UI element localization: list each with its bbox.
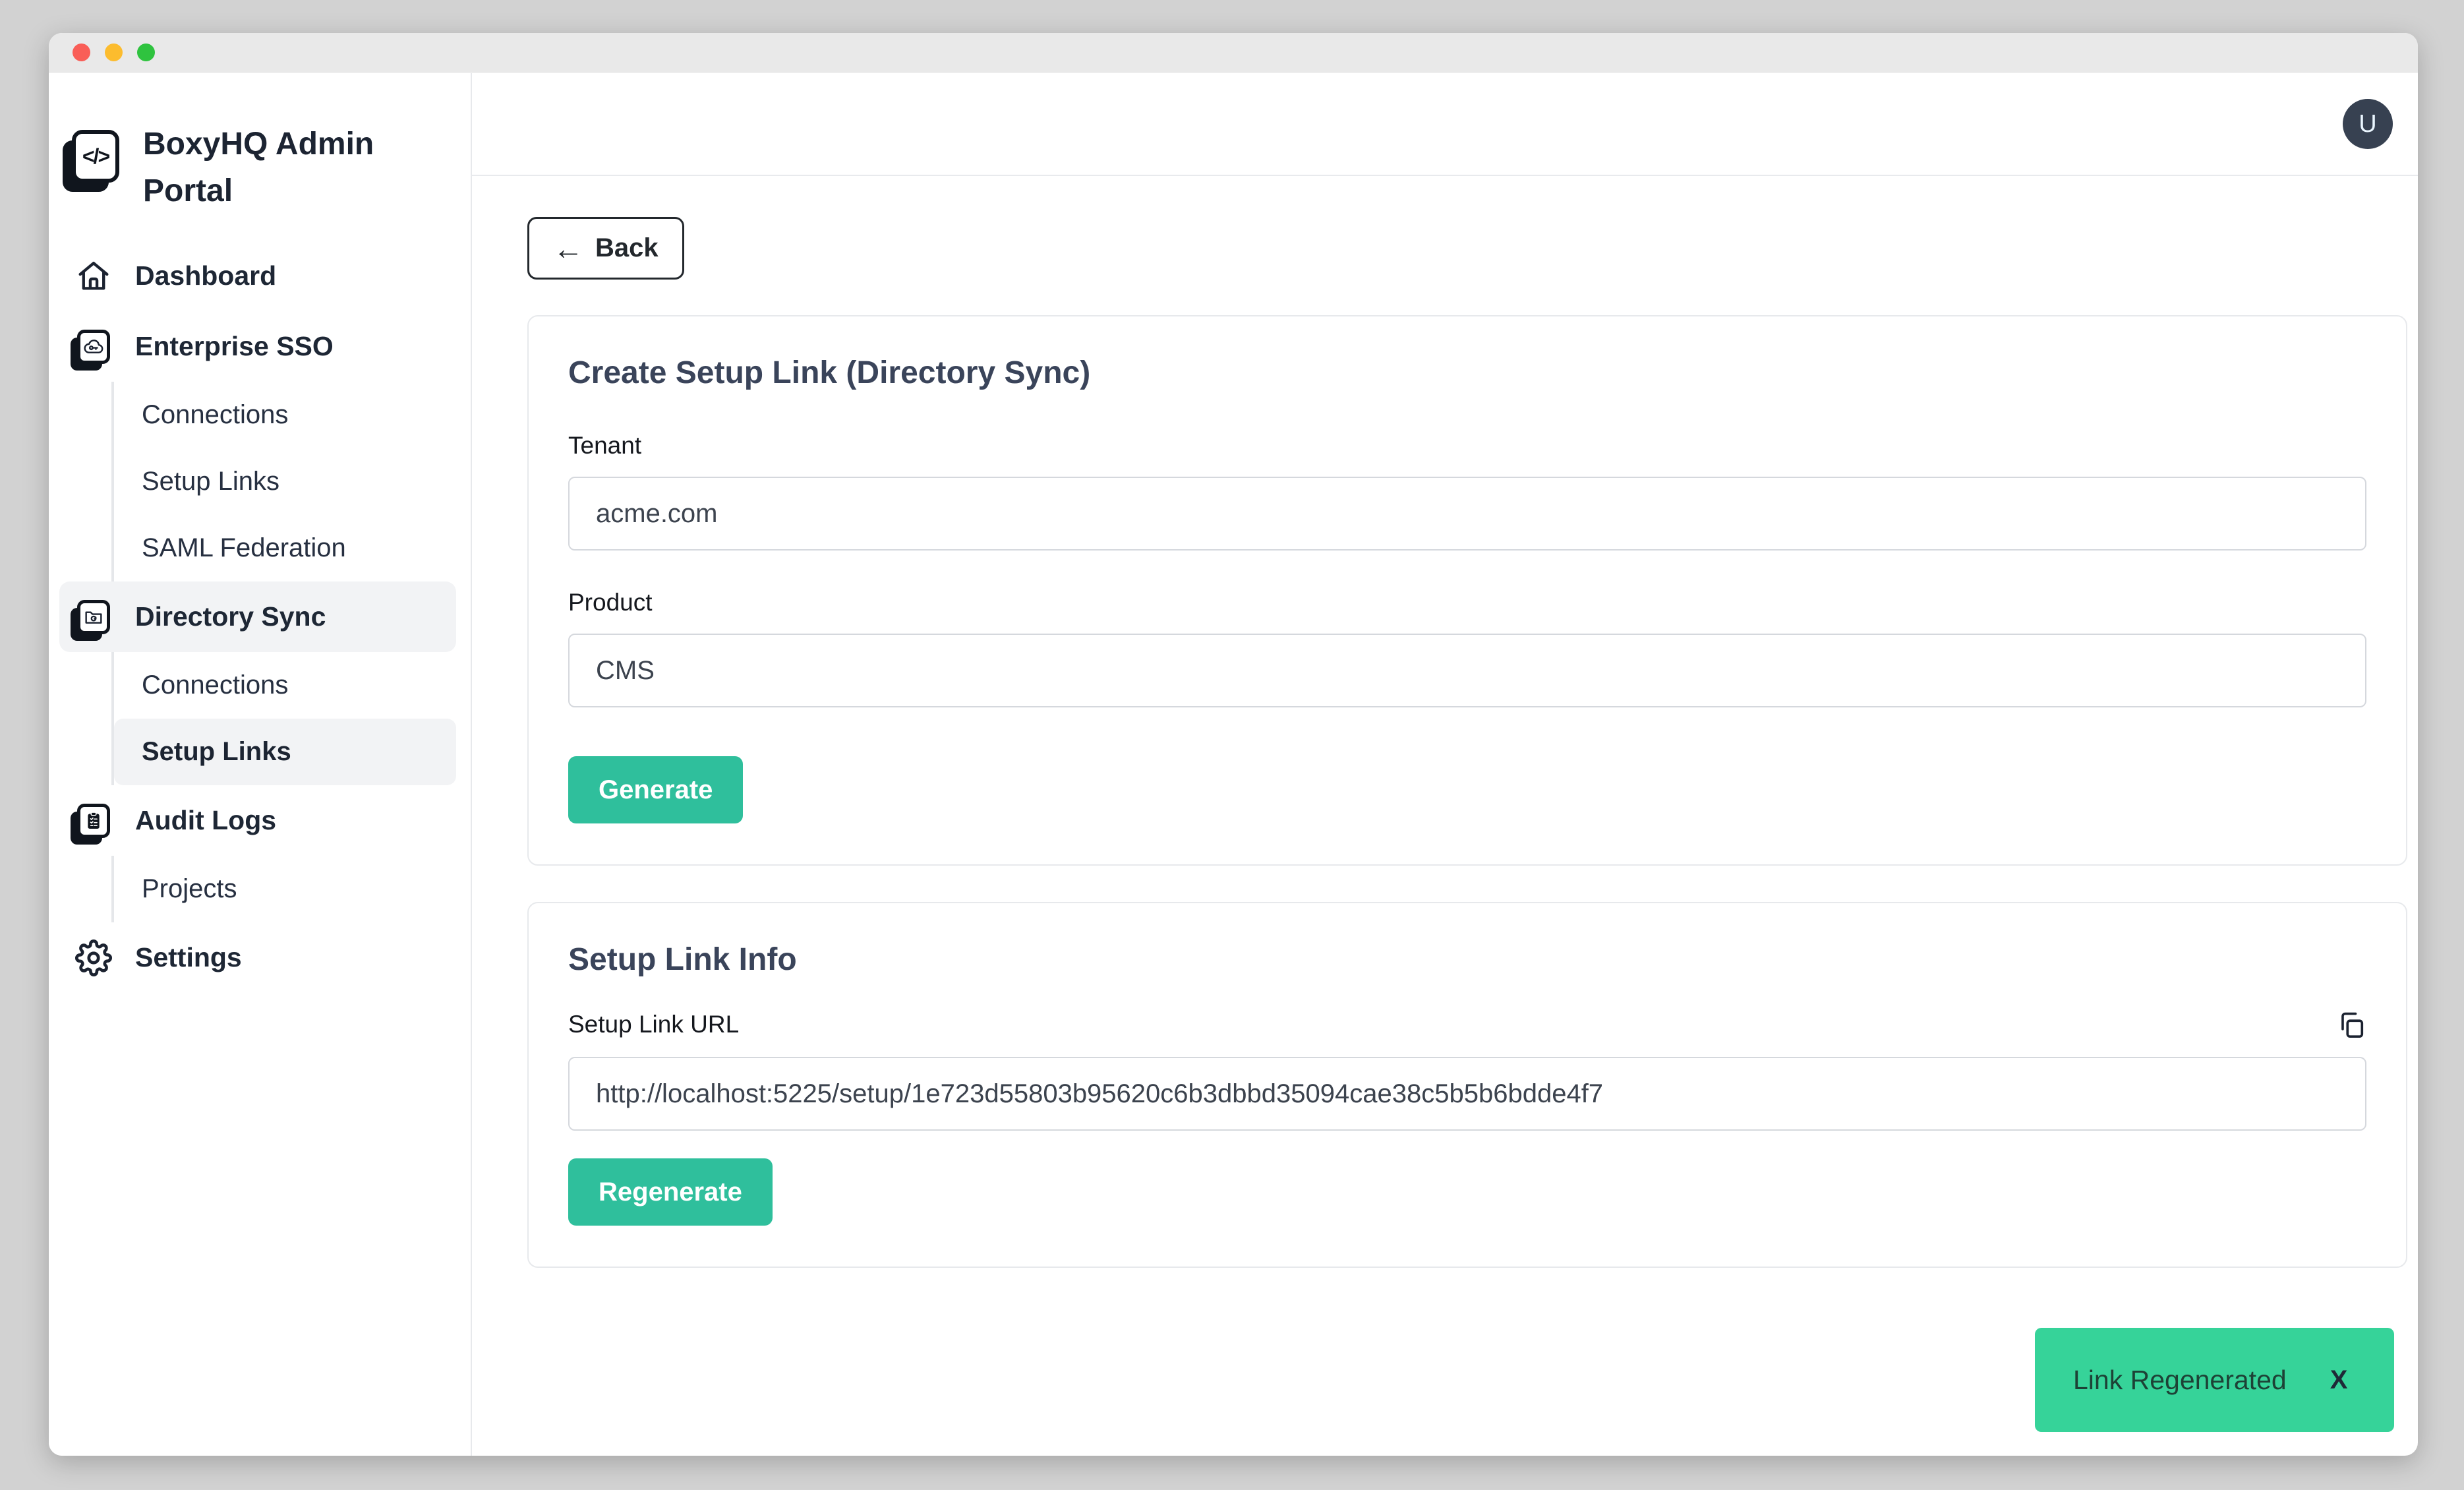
- sidebar-item-projects[interactable]: Projects: [114, 856, 456, 922]
- top-header: U: [472, 73, 2418, 176]
- left-arrow-icon: ←: [553, 233, 583, 264]
- sidebar-item-saml-federation[interactable]: SAML Federation: [114, 515, 456, 581]
- brand-name: BoxyHQ Admin Portal: [143, 121, 407, 214]
- sidebar-item-sso-connections[interactable]: Connections: [114, 382, 456, 448]
- create-card-title: Create Setup Link (Directory Sync): [568, 355, 2366, 391]
- sidebar-item-dsync-connections[interactable]: Connections: [114, 652, 456, 719]
- sidebar: </> BoxyHQ Admin Portal Dashboard: [49, 73, 472, 1456]
- user-avatar[interactable]: U: [2343, 99, 2393, 149]
- directory-sync-subgroup: Connections Setup Links: [111, 652, 456, 785]
- window-titlebar: [49, 33, 2418, 73]
- info-card-title: Setup Link Info: [568, 941, 2366, 978]
- toast-close-button[interactable]: X: [2330, 1365, 2348, 1395]
- sidebar-item-sso-setup-links[interactable]: Setup Links: [114, 448, 456, 515]
- sidebar-item-dsync-setup-links[interactable]: Setup Links: [114, 719, 456, 785]
- sidebar-item-dashboard[interactable]: Dashboard: [59, 241, 456, 311]
- minimize-window-button[interactable]: [105, 44, 123, 61]
- tenant-input[interactable]: [568, 477, 2366, 551]
- tenant-field-group: Tenant: [568, 432, 2366, 551]
- main-content: ← Back Create Setup Link (Directory Sync…: [472, 176, 2418, 1456]
- setup-link-url-input[interactable]: [568, 1057, 2366, 1131]
- sidebar-item-directory-sync[interactable]: Directory Sync: [59, 581, 456, 652]
- home-icon: [72, 257, 115, 295]
- toast-message: Link Regenerated: [2073, 1365, 2287, 1396]
- regenerate-button[interactable]: Regenerate: [568, 1158, 773, 1226]
- audit-logs-subgroup: Projects: [111, 856, 456, 922]
- close-window-button[interactable]: [73, 44, 90, 61]
- boxyhq-logo-icon: </>: [72, 130, 119, 183]
- toast-notification: Link Regenerated X: [2035, 1328, 2394, 1432]
- clipboard-icon: [72, 804, 115, 838]
- zoom-window-button[interactable]: [137, 44, 155, 61]
- create-setup-link-card: Create Setup Link (Directory Sync) Tenan…: [527, 315, 2407, 866]
- generate-button[interactable]: Generate: [568, 756, 743, 823]
- tenant-label: Tenant: [568, 432, 2366, 460]
- app-window: </> BoxyHQ Admin Portal Dashboard: [49, 33, 2418, 1456]
- sidebar-item-settings[interactable]: Settings: [59, 922, 456, 993]
- product-field-group: Product: [568, 589, 2366, 707]
- setup-link-info-card: Setup Link Info Setup Link URL: [527, 902, 2407, 1268]
- gear-icon: [72, 939, 115, 976]
- sso-subgroup: Connections Setup Links SAML Federation: [111, 382, 456, 581]
- sidebar-nav: Dashboard Enterprise SSO: [59, 241, 456, 993]
- back-button[interactable]: ← Back: [527, 217, 684, 280]
- cloud-sso-icon: [72, 330, 115, 364]
- setup-link-url-label: Setup Link URL: [568, 1011, 739, 1038]
- copy-url-button[interactable]: [2336, 1009, 2366, 1040]
- brand[interactable]: </> BoxyHQ Admin Portal: [59, 121, 456, 214]
- folder-sync-icon: [72, 600, 115, 634]
- copy-icon: [2336, 1032, 2366, 1042]
- sidebar-item-enterprise-sso[interactable]: Enterprise SSO: [59, 311, 456, 382]
- product-label: Product: [568, 589, 2366, 616]
- setup-link-url-row: Setup Link URL: [568, 1009, 2366, 1040]
- sidebar-item-audit-logs[interactable]: Audit Logs: [59, 785, 456, 856]
- avatar-initial: U: [2359, 110, 2376, 138]
- product-input[interactable]: [568, 634, 2366, 707]
